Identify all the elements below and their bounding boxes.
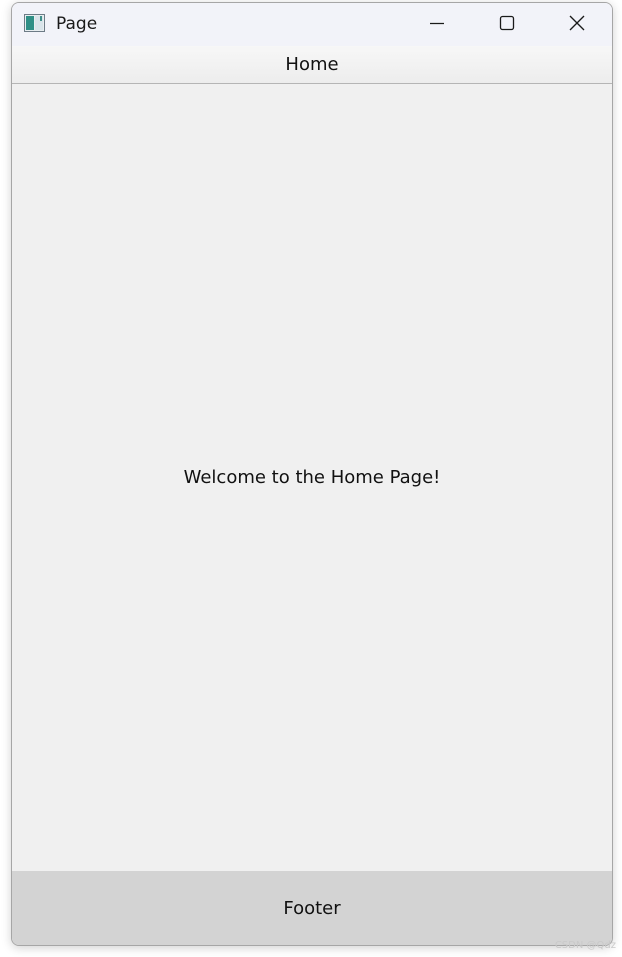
app-window: Page Home Welcome to the Home Page! Foot… [11,2,613,946]
welcome-message: Welcome to the Home Page! [183,466,441,488]
maximize-icon [499,15,515,35]
maximize-button[interactable] [472,3,542,46]
app-window-icon [24,14,45,32]
minimize-icon [429,15,445,35]
main-content: Welcome to the Home Page! [12,84,612,871]
window-title: Page [56,14,98,34]
watermark: CSDN @Qdz [554,940,616,951]
page-footer: Footer [12,871,612,945]
page-title: Home [285,54,339,75]
minimize-button[interactable] [402,3,472,46]
close-button[interactable] [542,3,612,46]
footer-label: Footer [283,897,341,919]
title-bar[interactable]: Page [12,3,612,46]
close-icon [568,14,586,36]
page-header: Home [12,46,612,84]
